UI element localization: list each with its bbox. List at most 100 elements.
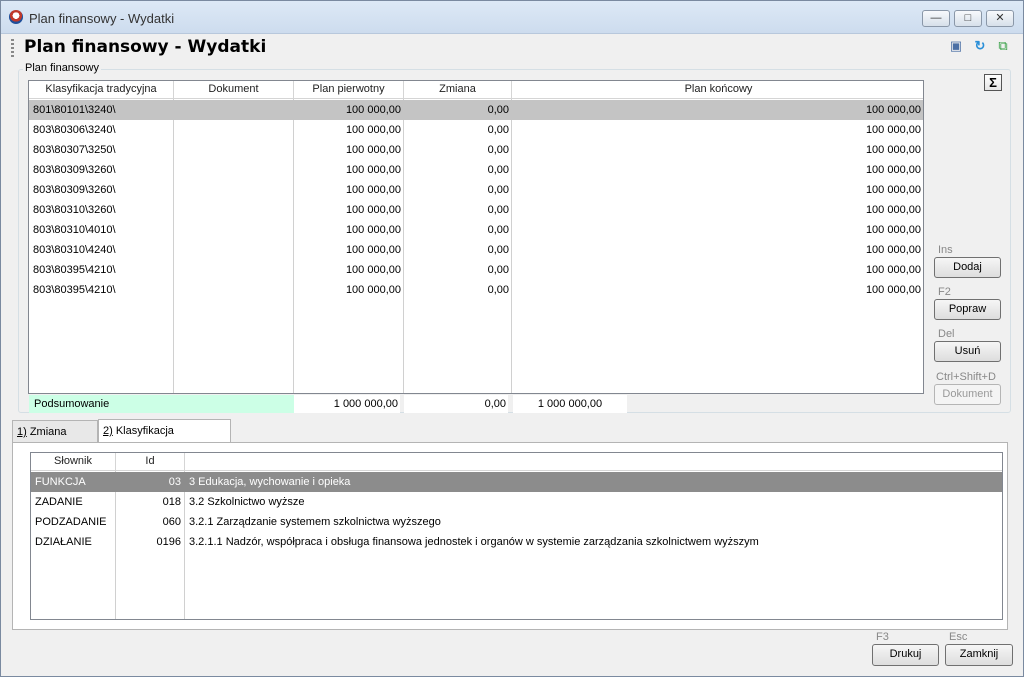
table-cell: 100 000,00: [865, 144, 921, 156]
tab-key: 1): [17, 426, 27, 438]
table-cell: [177, 180, 291, 200]
task-grid[interactable]: Słownik Id FUNKCJA 03 3 Edukacja, wychowan…: [30, 452, 1003, 620]
table-cell: 100 000,00: [865, 124, 921, 136]
folder-icon[interactable]: ▣: [948, 38, 964, 54]
col-header-slownik[interactable]: Słownik: [31, 453, 116, 471]
table-row[interactable]: 803\80307\3250\ 100 000,00 0,00 100 000,00: [29, 140, 923, 160]
table-cell: 100 000,00: [345, 184, 401, 196]
table-cell: 060: [162, 516, 181, 528]
table-cell: 100 000,00: [865, 284, 921, 296]
table-row[interactable]: 803\80395\4210\ 100 000,00 0,00 100 000,00: [29, 280, 923, 300]
table-cell: 803\80309\3260\: [33, 184, 116, 196]
tab-zmiana-planu[interactable]: 1) Zmiana planu: [12, 420, 98, 460]
delete-shortcut-hint: Del: [938, 328, 955, 340]
table-cell: 0,00: [487, 184, 509, 196]
refresh-icon[interactable]: ↻: [972, 38, 988, 54]
table-row[interactable]: PODZADANIE 060 3.2.1 Zarządzanie systemem …: [31, 512, 1002, 532]
tab-key: 2): [103, 425, 113, 437]
table-cell: FUNKCJA: [35, 476, 86, 488]
plan-grid[interactable]: Klasyfikacja tradycyjna Dokument Plan pi…: [28, 80, 924, 394]
table-cell: 0,00: [487, 244, 509, 256]
col-header-id[interactable]: Id: [116, 453, 185, 471]
title-bar[interactable]: Plan finansowy - Wydatki — □ ✕: [1, 1, 1023, 34]
add-button[interactable]: Dodaj: [934, 257, 1001, 278]
table-cell: [177, 200, 291, 220]
maximize-button[interactable]: □: [954, 10, 982, 27]
table-row[interactable]: 803\80309\3260\ 100 000,00 0,00 100 000,00: [29, 160, 923, 180]
table-cell: 100 000,00: [345, 124, 401, 136]
table-cell: 100 000,00: [865, 184, 921, 196]
summary-label: Podsumowanie: [29, 395, 294, 413]
table-cell: 018: [162, 496, 181, 508]
table-cell: [177, 100, 291, 120]
table-row[interactable]: 803\80310\4240\ 100 000,00 0,00 100 000,00: [29, 240, 923, 260]
table-cell: 803\80310\3260\: [33, 204, 116, 216]
table-row[interactable]: 803\80310\3260\ 100 000,00 0,00 100 000,00: [29, 200, 923, 220]
page-header: Plan finansowy - Wydatki ▣ ↻ ⧉: [8, 34, 1018, 60]
table-cell: 100 000,00: [345, 224, 401, 236]
plan-group-label: Plan finansowy: [23, 62, 101, 74]
table-cell: 803\80309\3260\: [33, 164, 116, 176]
table-cell: 0,00: [487, 224, 509, 236]
main-window: Plan finansowy - Wydatki — □ ✕ Plan fina…: [0, 0, 1024, 677]
page-title: Plan finansowy - Wydatki: [24, 37, 267, 57]
task-grid-header: Słownik Id: [31, 453, 1002, 471]
table-cell: [177, 260, 291, 280]
col-header-dokument[interactable]: Dokument: [174, 81, 294, 99]
col-header-opis[interactable]: [185, 453, 1002, 471]
table-row[interactable]: FUNKCJA 03 3 Edukacja, wychowanie i opieka: [31, 472, 1002, 492]
minimize-button[interactable]: —: [922, 10, 950, 27]
summary-plan-pierwotny: 1 000 000,00: [294, 395, 400, 413]
table-cell: 100 000,00: [345, 144, 401, 156]
col-header-plan-koncowy[interactable]: Plan końcowy: [512, 81, 923, 99]
table-cell: 100 000,00: [345, 164, 401, 176]
summary-plan-koncowy: 1 000 000,00: [513, 395, 627, 413]
table-cell: DZIAŁANIE: [35, 536, 92, 548]
table-cell: 0,00: [487, 104, 509, 116]
table-cell: 3 Edukacja, wychowanie i opieka: [189, 476, 351, 488]
table-row[interactable]: ZADANIE 018 3.2 Szkolnictwo wyższe: [31, 492, 1002, 512]
print-button[interactable]: Drukuj: [872, 644, 939, 666]
table-row[interactable]: 803\80306\3240\ 100 000,00 0,00 100 000,00: [29, 120, 923, 140]
table-cell: 100 000,00: [865, 264, 921, 276]
table-row[interactable]: DZIAŁANIE 0196 3.2.1.1 Nadzór, współpraca …: [31, 532, 1002, 552]
table-cell: [177, 280, 291, 300]
table-cell: ZADANIE: [35, 496, 83, 508]
table-cell: 803\80395\4210\: [33, 284, 116, 296]
toolbar-grip-icon: [11, 39, 14, 57]
table-cell: 803\80306\3240\: [33, 124, 116, 136]
table-cell: 0,00: [487, 264, 509, 276]
table-cell: 3.2 Szkolnictwo wyższe: [189, 496, 305, 508]
table-row[interactable]: 803\80309\3260\ 100 000,00 0,00 100 000,00: [29, 180, 923, 200]
col-header-plan-pierwotny[interactable]: Plan pierwotny: [294, 81, 404, 99]
table-cell: 100 000,00: [345, 104, 401, 116]
table-cell: 100 000,00: [865, 164, 921, 176]
table-row[interactable]: 801\80101\3240\ 100 000,00 0,00 100 000,00: [29, 100, 923, 120]
table-cell: 0196: [156, 536, 181, 548]
table-cell: 100 000,00: [345, 264, 401, 276]
table-row[interactable]: 803\80310\4010\ 100 000,00 0,00 100 000,00: [29, 220, 923, 240]
col-header-klasyfikacja[interactable]: Klasyfikacja tradycyjna: [29, 81, 174, 99]
close-button[interactable]: Zamknij: [945, 644, 1013, 666]
sum-toggle-button[interactable]: Σ: [984, 74, 1002, 91]
table-cell: 0,00: [487, 284, 509, 296]
tab-panel-klasyfikacja: Słownik Id FUNKCJA 03 3 Edukacja, wychowan…: [12, 442, 1008, 630]
col-header-zmiana[interactable]: Zmiana: [404, 81, 512, 99]
delete-button[interactable]: Usuń: [934, 341, 1001, 362]
table-row[interactable]: 803\80395\4210\ 100 000,00 0,00 100 000,00: [29, 260, 923, 280]
table-cell: [177, 160, 291, 180]
add-shortcut-hint: Ins: [938, 244, 953, 256]
print-shortcut-hint: F3: [876, 631, 889, 643]
table-cell: 3.2.1 Zarządzanie systemem szkolnictwa w…: [189, 516, 441, 528]
tab-klasyfikacja-zadaniowa[interactable]: 2) Klasyfikacja zadaniowa: [98, 419, 231, 459]
document-button[interactable]: Dokument: [934, 384, 1001, 405]
close-shortcut-hint: Esc: [949, 631, 968, 643]
plan-grid-header: Klasyfikacja tradycyjna Dokument Plan pi…: [29, 81, 923, 99]
table-cell: [177, 220, 291, 240]
table-cell: 803\80310\4240\: [33, 244, 116, 256]
close-window-button[interactable]: ✕: [986, 10, 1014, 27]
table-cell: 803\80307\3250\: [33, 144, 116, 156]
export-icon[interactable]: ⧉: [995, 38, 1011, 54]
table-cell: 100 000,00: [865, 104, 921, 116]
edit-button[interactable]: Popraw: [934, 299, 1001, 320]
